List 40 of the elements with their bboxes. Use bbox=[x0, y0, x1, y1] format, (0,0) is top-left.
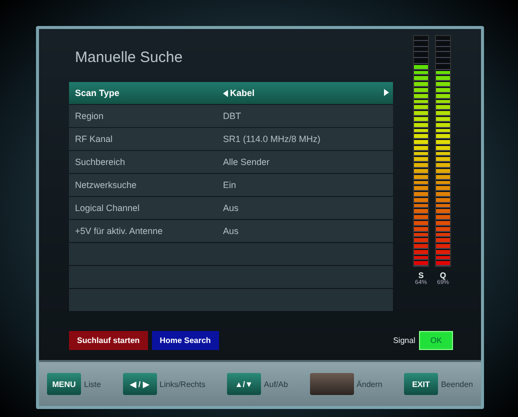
setting-label: Logical Channel bbox=[75, 203, 141, 213]
remote-key bbox=[310, 373, 354, 395]
setting-label: Region bbox=[75, 111, 105, 121]
remote-key: EXIT bbox=[404, 373, 438, 395]
signal-status: OK bbox=[419, 331, 453, 350]
remote-key: ◀ / ▶ bbox=[122, 373, 157, 395]
setting-value: Kabel bbox=[223, 88, 255, 98]
menu-title: Manuelle Suche bbox=[75, 49, 184, 66]
left-arrow-icon bbox=[223, 90, 228, 96]
setting-row[interactable]: Scan Type Kabel bbox=[69, 82, 393, 104]
signal-label: Signal bbox=[393, 336, 416, 345]
setting-label: Scan Type bbox=[75, 88, 120, 98]
remote-key: ▲/▼ bbox=[226, 373, 261, 395]
key-hint: Links/Rechts bbox=[160, 380, 206, 388]
setting-row[interactable]: Logical Channel Aus bbox=[69, 197, 393, 219]
setting-label: Netzwerksuche bbox=[75, 180, 138, 190]
setting-value: Aus bbox=[223, 203, 239, 213]
setting-value: SR1 (114.0 MHz/8 MHz) bbox=[223, 134, 320, 144]
setting-row[interactable]: Netzwerksuche Ein bbox=[69, 174, 393, 196]
meter-label: Q bbox=[440, 271, 446, 280]
key-hint: Beenden bbox=[440, 380, 473, 388]
setting-row[interactable]: +5V für aktiv. Antenne Aus bbox=[69, 220, 393, 242]
right-arrow-icon bbox=[384, 89, 389, 96]
key-hint: Liste bbox=[84, 380, 101, 388]
setting-label: +5V für aktiv. Antenne bbox=[75, 226, 164, 236]
remote-key: MENU bbox=[47, 373, 81, 395]
meter-label: S bbox=[418, 271, 424, 280]
action-button[interactable]: Suchlauf starten bbox=[69, 331, 148, 350]
key-hint: Ändern bbox=[356, 380, 382, 388]
setting-row[interactable]: Region DBT bbox=[69, 105, 393, 127]
setting-label: RF Kanal bbox=[75, 134, 114, 144]
setting-value: Aus bbox=[223, 226, 239, 236]
setting-value: Alle Sender bbox=[223, 157, 270, 167]
setting-row[interactable]: Suchbereich Alle Sender bbox=[69, 151, 393, 173]
setting-label: Suchbereich bbox=[75, 157, 126, 167]
setting-row[interactable]: RF Kanal SR1 (114.0 MHz/8 MHz) bbox=[69, 128, 393, 150]
setting-value: DBT bbox=[223, 111, 241, 121]
setting-value: Ein bbox=[223, 180, 236, 190]
key-hint: Auf/Ab bbox=[264, 380, 288, 388]
action-button[interactable]: Home Search bbox=[152, 331, 219, 350]
